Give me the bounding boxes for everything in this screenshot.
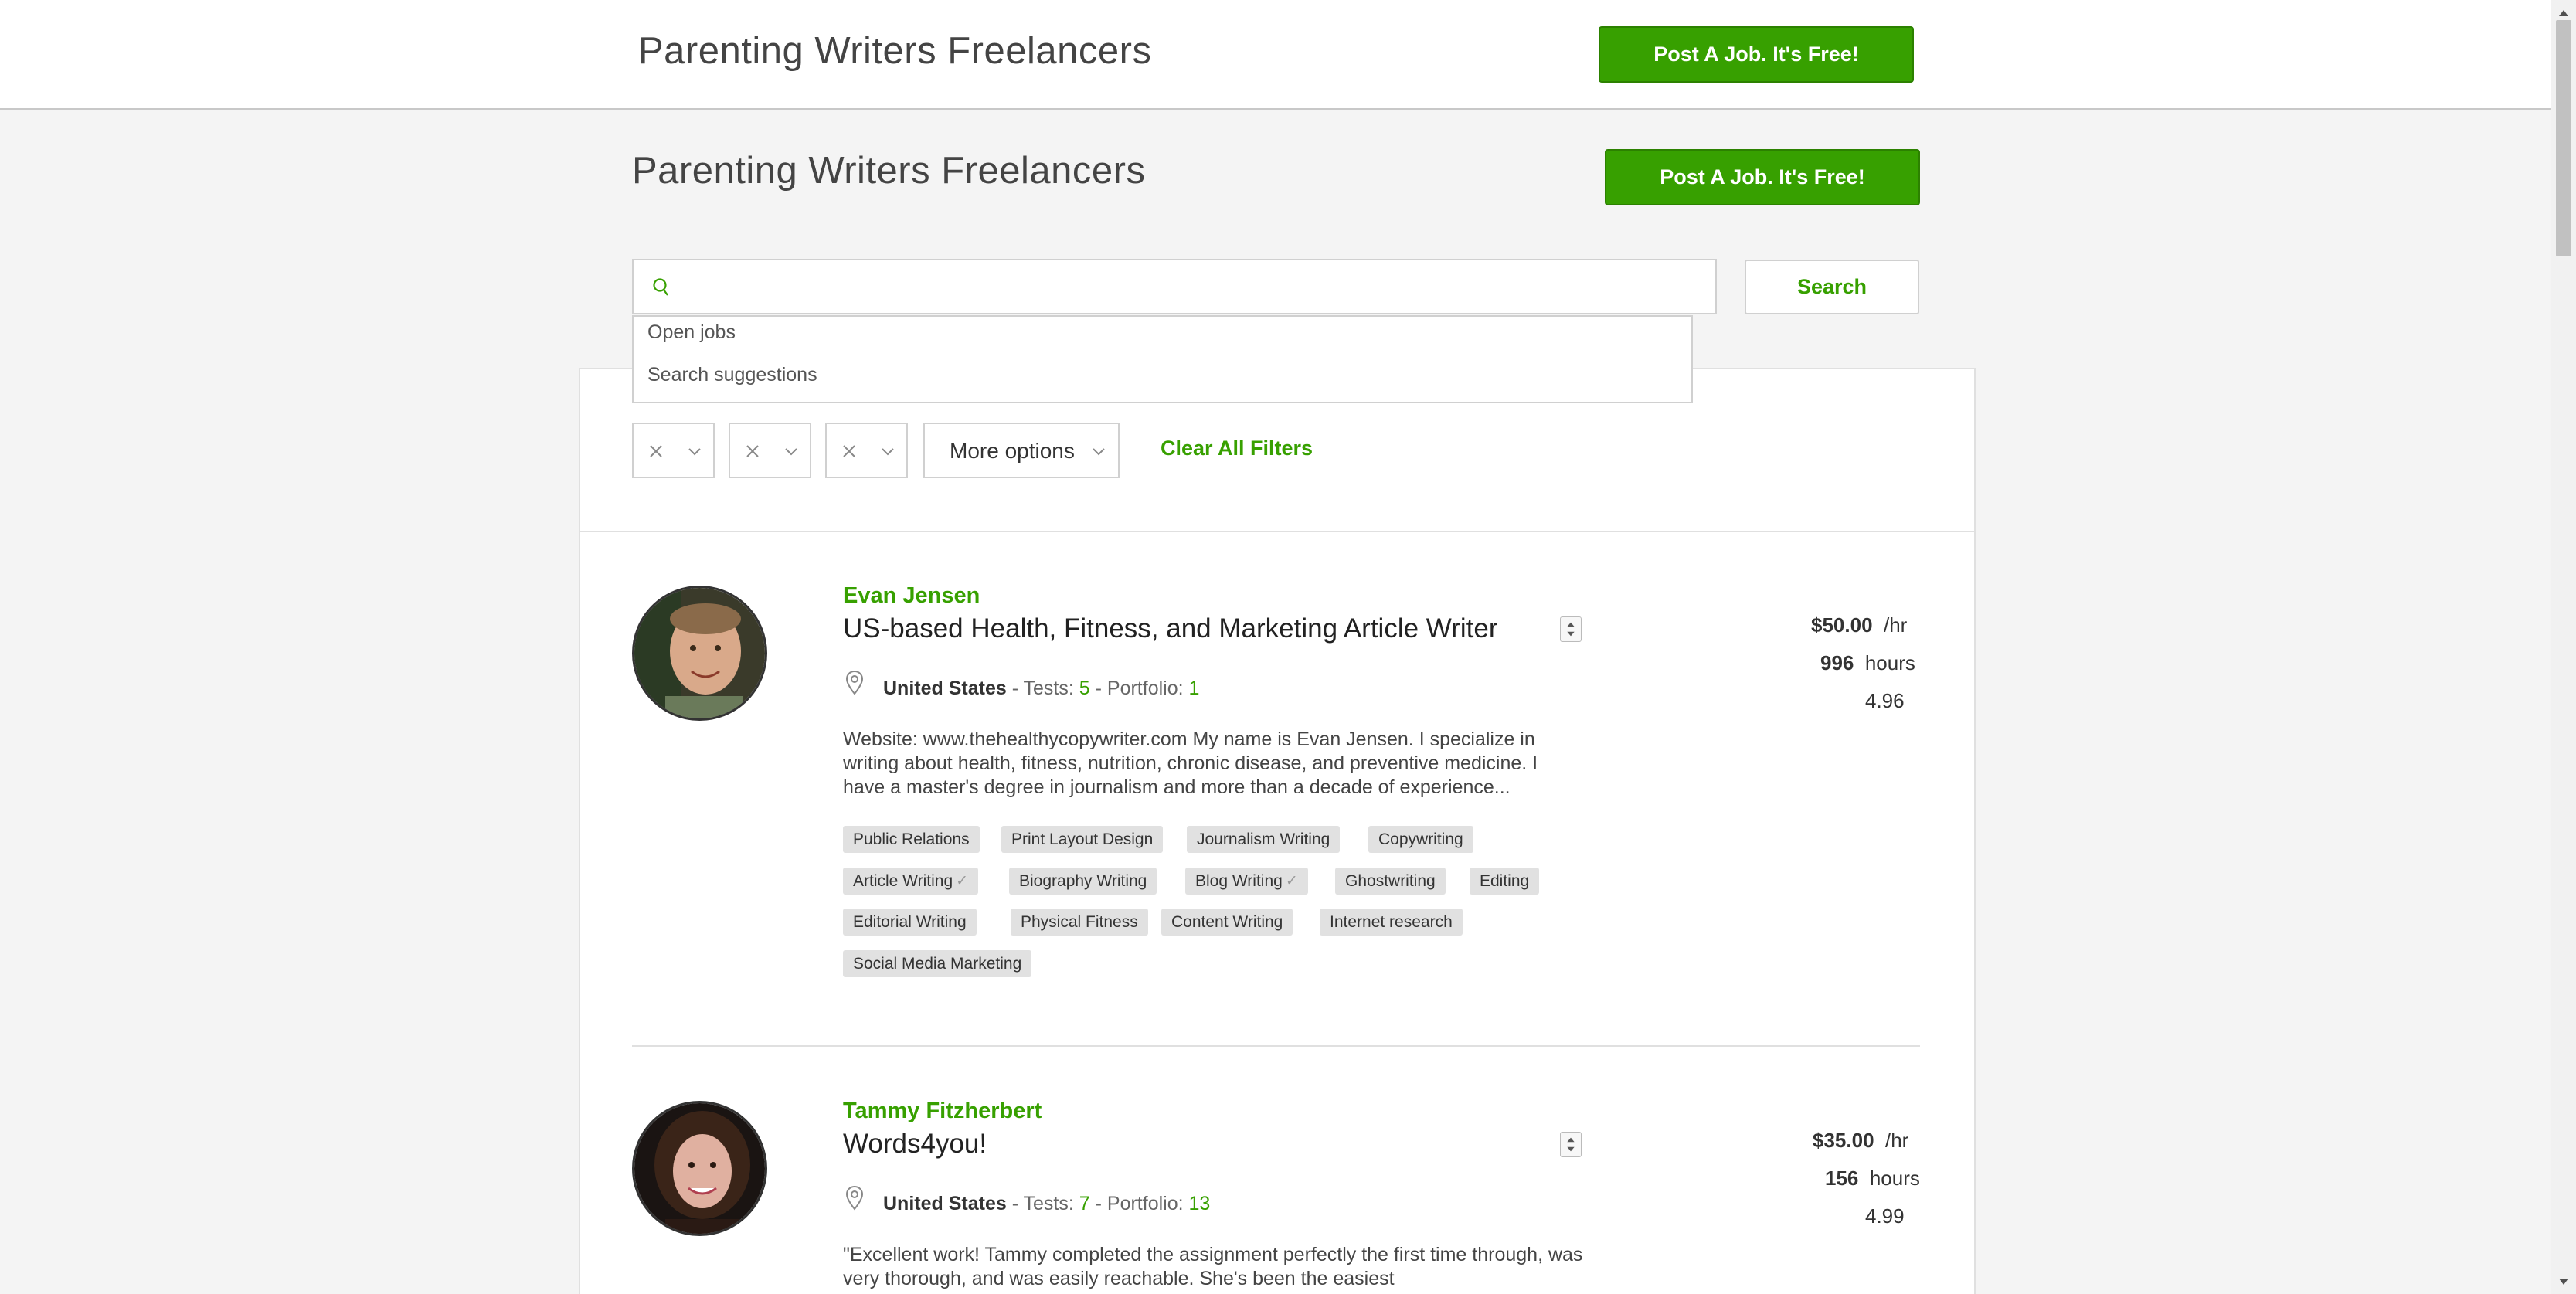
search-input[interactable] <box>683 265 1703 310</box>
country: United States <box>883 678 1007 699</box>
tests-label: Tests: <box>1023 678 1074 699</box>
filter-select-1[interactable] <box>632 423 715 478</box>
skill-tag-label: Public Relations <box>853 830 970 848</box>
portfolio-count[interactable]: 13 <box>1189 1193 1211 1214</box>
freelancer-description: "Excellent work! Tammy completed the ass… <box>843 1244 1583 1289</box>
post-job-button[interactable]: Post A Job. It's Free! <box>1605 149 1920 205</box>
tests-count[interactable]: 5 <box>1079 678 1090 699</box>
skill-tag-label: Article Writing <box>853 871 953 890</box>
freelancer-name[interactable]: Evan Jensen <box>843 583 980 609</box>
skill-tag[interactable]: Editing <box>1470 868 1540 895</box>
scroll-down-arrow-icon[interactable] <box>2557 1276 2570 1287</box>
clear-icon[interactable] <box>841 443 858 460</box>
freelancer-name[interactable]: Tammy Fitzherbert <box>843 1099 1042 1124</box>
verified-check-icon: ✓ <box>1285 873 1298 889</box>
skill-tag-label: Physical Fitness <box>1021 912 1138 931</box>
hours-worked: 996 hours <box>1820 651 1915 675</box>
hourly-rate: $50.00 /hr <box>1811 613 1907 637</box>
clear-all-filters-link[interactable]: Clear All Filters <box>1161 436 1313 460</box>
rate-value: $35.00 <box>1813 1129 1874 1152</box>
avatar[interactable] <box>632 1101 767 1236</box>
search-suggestions-dropdown: Open jobs Search suggestions <box>632 315 1693 403</box>
filter-select-3[interactable] <box>825 423 908 478</box>
scroll-up-arrow-icon[interactable] <box>2557 8 2570 19</box>
divider <box>632 1045 1920 1047</box>
skill-tag[interactable]: Content Writing <box>1161 909 1293 936</box>
feedback-score: 4.96 <box>1865 689 1905 712</box>
avatar[interactable] <box>632 586 767 721</box>
header-post-job-button[interactable]: Post A Job. It's Free! <box>1599 26 1914 83</box>
more-options-dropdown[interactable]: More options <box>923 423 1120 478</box>
hours-unit: hours <box>1869 1167 1920 1190</box>
location-pin-icon <box>845 670 864 695</box>
more-options-label: More options <box>950 439 1075 463</box>
search-box[interactable] <box>632 259 1717 314</box>
verified-check-icon: ✓ <box>956 873 969 889</box>
skill-tag-label: Ghostwriting <box>1345 871 1436 890</box>
skill-tag-label: Editorial Writing <box>853 912 967 931</box>
header-title: Parenting Writers Freelancers <box>638 30 1152 72</box>
chevron-down-icon <box>785 448 797 456</box>
rate-value: $50.00 <box>1811 613 1873 637</box>
scrollbar-thumb[interactable] <box>2556 20 2571 256</box>
suggestion-search-suggestions[interactable]: Search suggestions <box>647 364 817 386</box>
skill-tag[interactable]: Editorial Writing <box>843 909 977 936</box>
divider <box>579 531 1976 532</box>
skill-tag-label: Blog Writing <box>1195 871 1283 890</box>
location-line: United States - Tests: 5 - Portfolio: 1 <box>883 678 1200 699</box>
skill-tag[interactable]: Journalism Writing <box>1187 826 1341 853</box>
skill-tag[interactable]: Ghostwriting <box>1335 868 1446 895</box>
tests-count[interactable]: 7 <box>1079 1193 1090 1214</box>
freelancer-description: Website: www.thehealthycopywriter.com My… <box>843 729 1538 798</box>
skill-tag-label: Journalism Writing <box>1197 830 1330 848</box>
skill-tag-label: Social Media Marketing <box>853 954 1022 973</box>
hours-value: 156 <box>1825 1167 1859 1190</box>
hours-worked: 156 hours <box>1825 1167 1920 1190</box>
chevron-down-icon <box>688 448 701 456</box>
skill-tag[interactable]: Public Relations <box>843 826 980 853</box>
search-button[interactable]: Search <box>1745 260 1919 314</box>
portfolio-count[interactable]: 1 <box>1189 678 1200 699</box>
hours-value: 996 <box>1820 651 1854 674</box>
skill-tag[interactable]: Social Media Marketing <box>843 950 1032 977</box>
freelancer-title: US-based Health, Fitness, and Marketing … <box>843 613 1498 644</box>
hourly-rate: $35.00 /hr <box>1813 1129 1908 1153</box>
suggestion-open-jobs[interactable]: Open jobs <box>647 321 736 344</box>
skill-tag[interactable]: Internet research <box>1320 909 1463 936</box>
skill-tag[interactable]: Copywriting <box>1368 826 1473 853</box>
skill-tag-label: Print Layout Design <box>1011 830 1154 848</box>
skill-tag-label: Content Writing <box>1171 912 1283 931</box>
sticky-header: Parenting Writers Freelancers Post A Job… <box>0 0 2551 110</box>
skill-tag-label: Internet research <box>1330 912 1453 931</box>
chevron-down-icon <box>882 448 894 456</box>
portfolio-label: Portfolio: <box>1106 678 1184 699</box>
skill-tag-label: Editing <box>1480 871 1530 890</box>
sort-icon[interactable] <box>1560 616 1582 642</box>
rate-unit: /hr <box>1883 613 1908 637</box>
vertical-scrollbar[interactable] <box>2551 0 2576 1294</box>
portfolio-label: Portfolio: <box>1106 1193 1184 1214</box>
hours-unit: hours <box>1864 651 1915 674</box>
skill-tag[interactable]: Print Layout Design <box>1001 826 1164 853</box>
tests-label: Tests: <box>1023 1193 1074 1214</box>
skill-tag[interactable]: Biography Writing <box>1009 868 1157 895</box>
skill-tag[interactable]: Physical Fitness <box>1011 909 1148 936</box>
location-pin-icon <box>845 1185 864 1211</box>
clear-icon[interactable] <box>647 443 664 460</box>
skill-tag[interactable]: Blog Writing ✓ <box>1185 868 1308 895</box>
sort-icon[interactable] <box>1560 1132 1582 1157</box>
feedback-score: 4.99 <box>1865 1204 1905 1228</box>
location-line: United States - Tests: 7 - Portfolio: 13 <box>883 1193 1211 1214</box>
clear-icon[interactable] <box>744 443 761 460</box>
page-title: Parenting Writers Freelancers <box>632 150 1146 192</box>
filter-select-2[interactable] <box>729 423 811 478</box>
search-icon <box>653 278 668 296</box>
skill-tag[interactable]: Article Writing ✓ <box>843 868 979 895</box>
skill-tag-label: Biography Writing <box>1019 871 1147 890</box>
country: United States <box>883 1193 1007 1214</box>
rate-unit: /hr <box>1884 1129 1909 1152</box>
chevron-down-icon <box>1093 448 1105 456</box>
skill-tag-label: Copywriting <box>1378 830 1463 848</box>
freelancer-title: Words4you! <box>843 1129 987 1159</box>
